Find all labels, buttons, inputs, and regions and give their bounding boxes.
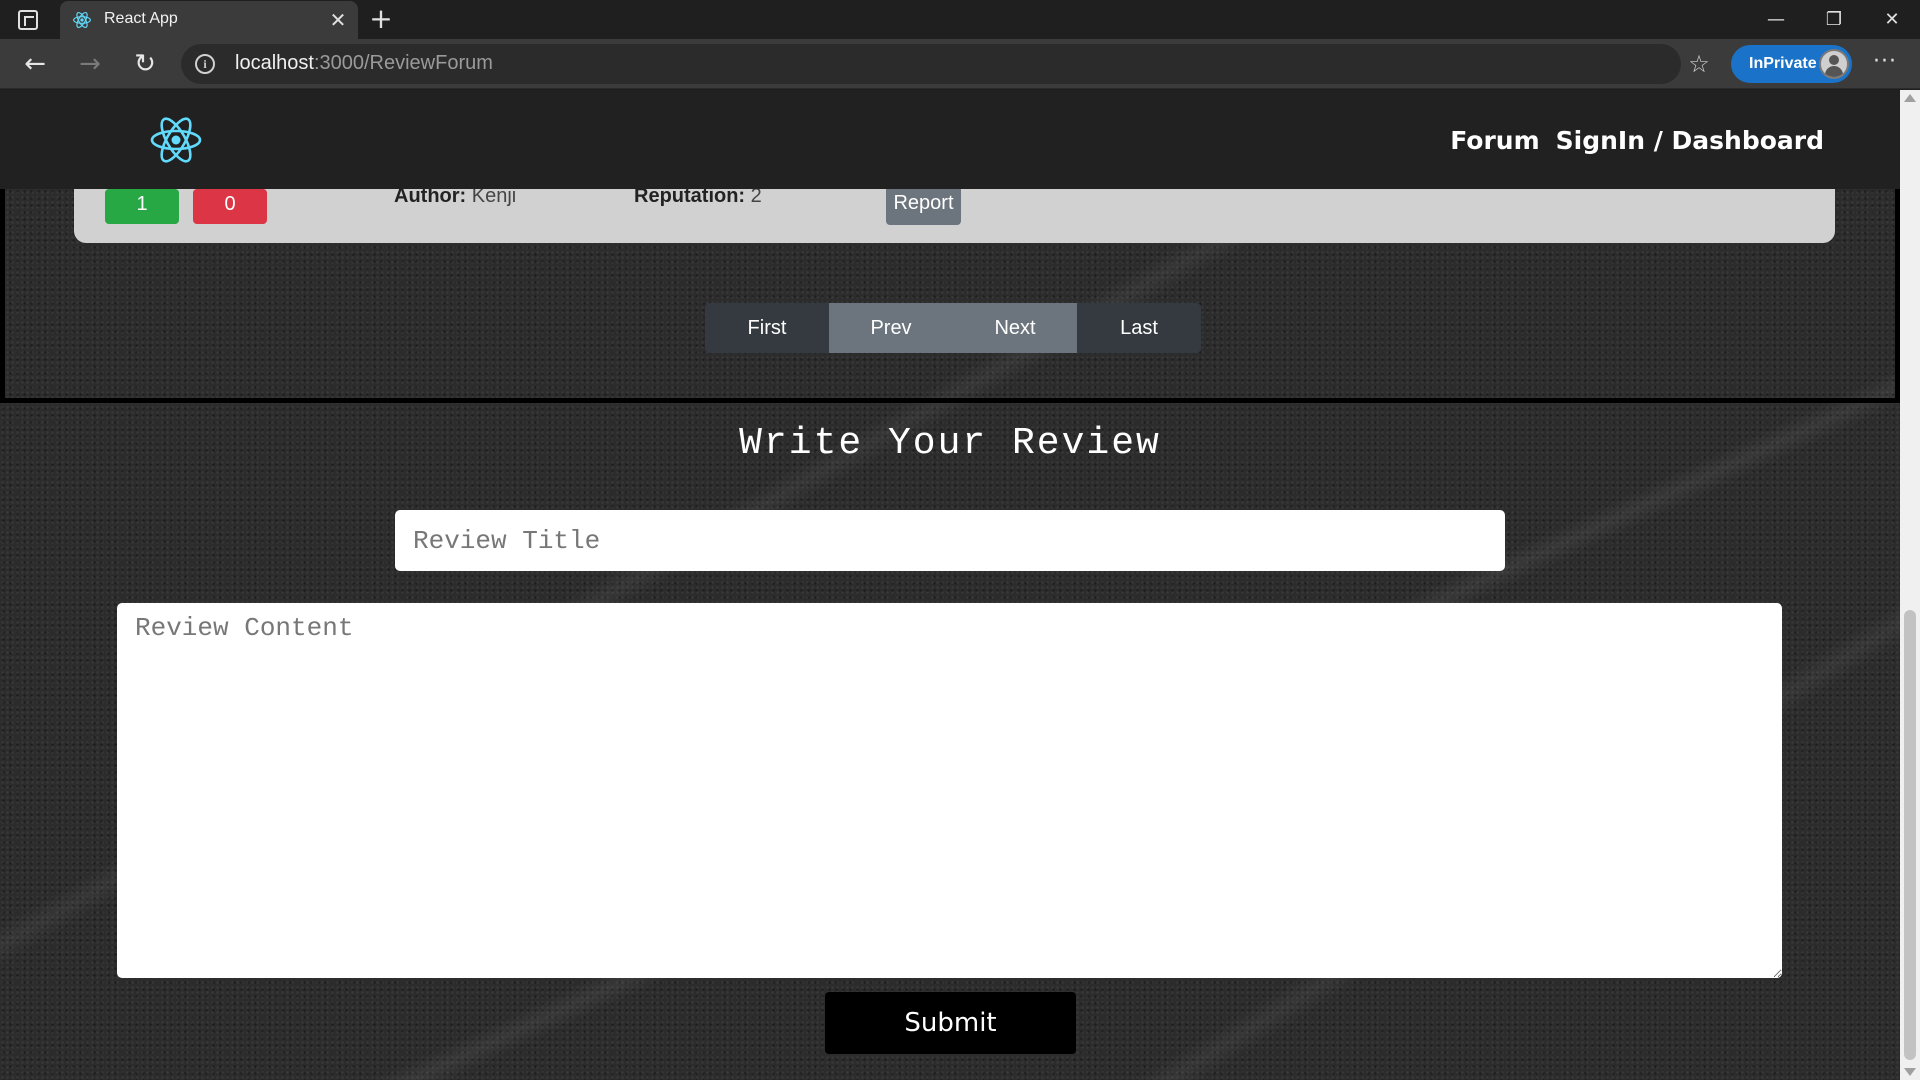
- tab-actions-icon[interactable]: [18, 10, 38, 30]
- page-last-button[interactable]: Last: [1077, 303, 1201, 353]
- tab-title: React App: [104, 10, 178, 27]
- nav-link-signin-dashboard[interactable]: SignIn / Dashboard: [1556, 126, 1824, 155]
- review-title-input[interactable]: [395, 510, 1505, 571]
- site-info-icon[interactable]: i: [195, 54, 215, 74]
- back-icon[interactable]: ←: [18, 47, 52, 81]
- minimize-icon[interactable]: —: [1748, 0, 1804, 39]
- site-navbar: Forum SignIn / Dashboard: [0, 90, 1900, 189]
- scroll-up-icon[interactable]: [1904, 94, 1916, 102]
- scroll-down-icon[interactable]: [1904, 1068, 1916, 1076]
- react-logo-icon[interactable]: [149, 113, 203, 167]
- forward-icon[interactable]: →: [73, 47, 107, 81]
- page-viewport: 1 0 Author: Kenji Reputation: 2 Report F…: [0, 90, 1900, 1080]
- write-review-heading: Write Your Review: [739, 422, 1161, 465]
- pagination: First Prev Next Last: [705, 303, 1201, 353]
- browser-tab-strip: React App ✕ + — ❐ ✕: [0, 0, 1920, 39]
- page-scrollbar[interactable]: [1900, 90, 1920, 1080]
- add-favorite-icon[interactable]: ☆: [1684, 49, 1714, 79]
- browser-tab[interactable]: React App ✕: [60, 1, 358, 39]
- browser-toolbar: ← → ↻ i localhost:3000/ReviewForum ☆ InP…: [0, 39, 1920, 89]
- nav-link-forum[interactable]: Forum: [1450, 126, 1539, 155]
- report-button[interactable]: Report: [886, 186, 961, 225]
- more-options-icon[interactable]: ···: [1870, 49, 1900, 79]
- scrollbar-thumb[interactable]: [1904, 610, 1916, 1060]
- upvote-button[interactable]: 1: [105, 189, 179, 224]
- url-text: localhost:3000/ReviewForum: [235, 52, 493, 75]
- inprivate-button[interactable]: InPrivate: [1731, 45, 1852, 83]
- site-nav-links: Forum SignIn / Dashboard: [1450, 126, 1824, 155]
- url-host: localhost: [235, 52, 314, 74]
- page-prev-button[interactable]: Prev: [829, 303, 953, 353]
- tab-close-icon[interactable]: ✕: [326, 8, 350, 32]
- page-first-button[interactable]: First: [705, 303, 829, 353]
- page-next-button[interactable]: Next: [953, 303, 1077, 353]
- address-bar[interactable]: i localhost:3000/ReviewForum: [181, 44, 1681, 84]
- react-favicon-icon: [73, 12, 91, 28]
- downvote-button[interactable]: 0: [193, 189, 267, 224]
- close-window-icon[interactable]: ✕: [1864, 0, 1920, 39]
- review-content-textarea[interactable]: [117, 603, 1782, 978]
- inprivate-label: InPrivate: [1749, 55, 1817, 72]
- url-path: :3000/ReviewForum: [313, 52, 493, 74]
- new-tab-icon[interactable]: +: [366, 4, 396, 34]
- profile-avatar-icon: [1819, 49, 1849, 79]
- submit-button[interactable]: Submit: [825, 992, 1076, 1054]
- restore-icon[interactable]: ❐: [1806, 0, 1862, 39]
- refresh-icon[interactable]: ↻: [128, 47, 162, 81]
